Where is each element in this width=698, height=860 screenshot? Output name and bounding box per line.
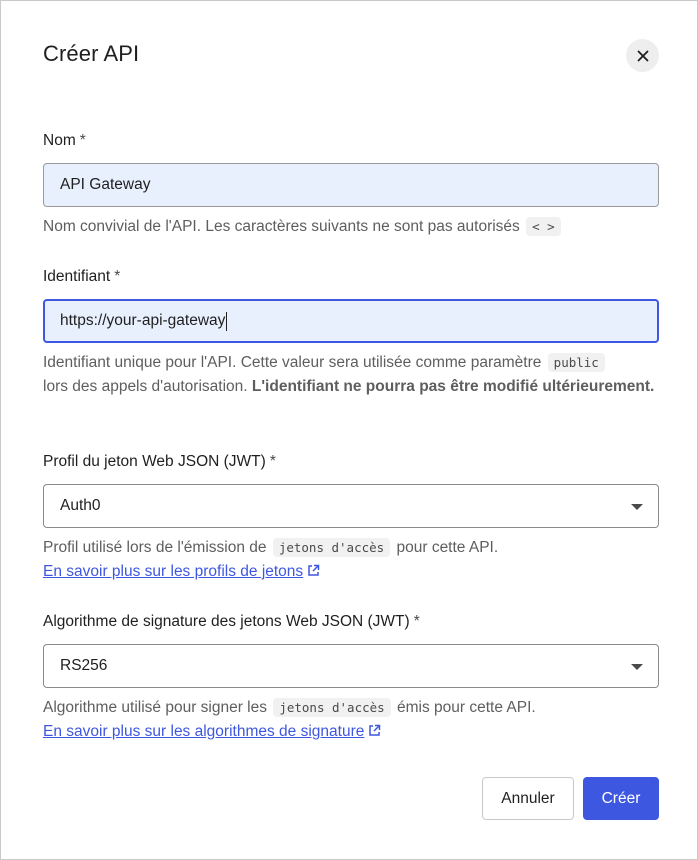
signing-algo-help-code: jetons d'accès — [273, 698, 391, 717]
token-profiles-link-text: En savoir plus sur les profils de jetons — [43, 563, 304, 580]
create-button[interactable]: Créer — [583, 777, 659, 820]
token-profiles-link[interactable]: En savoir plus sur les profils de jetons — [43, 563, 303, 580]
jwt-profile-label: Profil du jeton Web JSON (JWT) * — [43, 453, 276, 471]
create-api-dialog: Créer API Nom * API Gateway Nom convivial… — [0, 0, 698, 860]
name-help-code: < > — [526, 217, 561, 236]
identifier-help-code: public — [547, 353, 605, 372]
required-mark: * — [114, 268, 121, 285]
jwt-profile-help-code: jetons d'accès — [272, 538, 391, 557]
cancel-button-label: Annuler — [501, 789, 555, 807]
signing-algo-label: Algorithme de signature des jetons Web J… — [43, 613, 420, 631]
jwt-profile-select[interactable]: Auth0 — [43, 484, 659, 528]
external-link-icon[interactable] — [368, 724, 381, 737]
jwt-profile-help-text-1: Profil utilisé lors de l'émission de — [43, 539, 267, 556]
identifier-label-text: Identifiant — [43, 268, 111, 285]
cancel-button[interactable]: Annuler — [482, 777, 574, 820]
external-link-icon[interactable] — [307, 564, 320, 577]
jwt-profile-help: Profil utilisé lors de l'émission de jet… — [43, 536, 659, 584]
name-label-text: Nom — [43, 132, 76, 149]
signing-algorithms-link[interactable]: En savoir plus sur les algorithmes de si… — [43, 723, 364, 740]
required-mark: * — [269, 453, 276, 470]
signing-algo-help: Algorithme utilisé pour signer les jeton… — [43, 696, 659, 744]
identifier-help-text-2: lors des appels d'autorisation. — [43, 378, 248, 395]
jwt-profile-selected: Auth0 — [60, 497, 101, 514]
identifier-label: Identifiant * — [43, 268, 120, 286]
identifier-help-warning: L'identifiant ne pourra pas être modifié… — [251, 378, 655, 395]
dropdown-arrow-icon — [631, 664, 643, 670]
signing-algo-select[interactable]: RS256 — [43, 644, 659, 688]
close-icon — [637, 50, 648, 61]
signing-algorithms-link-text: En savoir plus sur les algorithmes de si… — [43, 723, 365, 740]
name-input-value: API Gateway — [60, 176, 151, 193]
dropdown-arrow-icon — [631, 504, 643, 510]
name-label: Nom * — [43, 132, 86, 150]
name-help: Nom convivial de l'API. Les caractères s… — [43, 215, 659, 239]
dialog-title: Créer API — [43, 41, 140, 66]
required-mark: * — [413, 613, 420, 630]
identifier-input[interactable]: https://your-api-gateway — [43, 299, 659, 343]
identifier-input-value: https://your-api-gateway — [60, 312, 226, 329]
name-input[interactable]: API Gateway — [43, 163, 659, 207]
signing-algo-help-text-2: émis pour cette API. — [396, 699, 536, 716]
close-button[interactable] — [626, 39, 659, 72]
required-mark: * — [79, 132, 86, 149]
identifier-help: Identifiant unique pour l'API. Cette val… — [43, 351, 659, 399]
jwt-profile-help-text-2: pour cette API. — [396, 539, 499, 556]
identifier-help-text-1: Identifiant unique pour l'API. Cette val… — [43, 354, 542, 371]
signing-algo-selected: RS256 — [60, 657, 108, 674]
signing-algo-label-text: Algorithme de signature des jetons Web J… — [43, 613, 410, 630]
signing-algo-help-text-1: Algorithme utilisé pour signer les — [43, 699, 267, 716]
text-caret — [226, 311, 228, 331]
jwt-profile-label-text: Profil du jeton Web JSON (JWT) — [43, 453, 266, 470]
name-help-text: Nom convivial de l'API. Les caractères s… — [43, 218, 520, 235]
create-button-label: Créer — [601, 789, 641, 807]
